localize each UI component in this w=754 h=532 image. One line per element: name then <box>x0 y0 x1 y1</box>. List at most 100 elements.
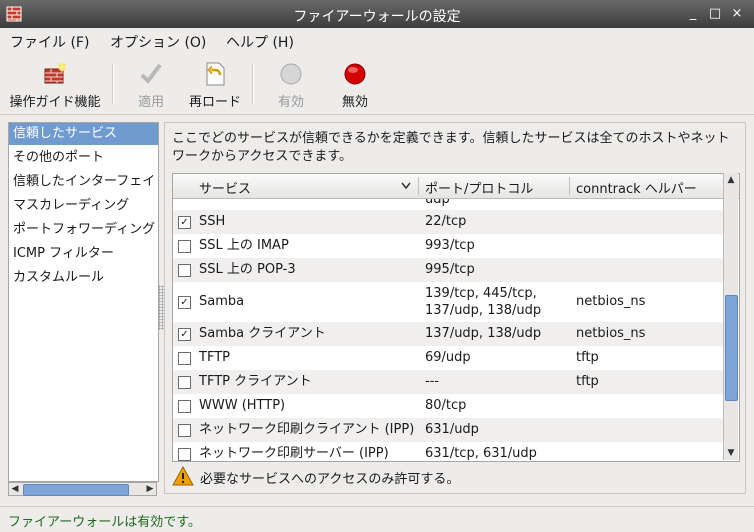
sidebar-item-icmp-filter[interactable]: ICMP フィルター <box>9 243 158 265</box>
scroll-down-icon[interactable]: ▼ <box>724 446 738 460</box>
wizard-button[interactable]: 操作ガイド機能 <box>8 58 102 110</box>
row-helper: tftp <box>576 374 599 389</box>
enable-button[interactable]: 有効 <box>266 58 316 110</box>
row-checkbox[interactable]: ✓ <box>178 296 191 309</box>
row-service: WWW (HTTP) <box>199 398 286 413</box>
sidebar-item-other-ports[interactable]: その他のポート <box>9 147 158 169</box>
toolbar-separator <box>112 64 114 104</box>
menu-options[interactable]: オプション (O) <box>110 32 206 52</box>
table-row[interactable]: SSL 上の IMAP 993/tcp <box>173 234 723 258</box>
row-service: SSL 上の IMAP <box>199 238 289 253</box>
row-ports: 631/udp <box>425 422 479 437</box>
sidebar: 信頼したサービス その他のポート 信頼したインターフェイ マスカレーディング ポ… <box>8 122 159 482</box>
menu-help[interactable]: ヘルプ (H) <box>226 32 294 52</box>
status-bar: ファイアーウォールは有効です。 <box>0 506 754 532</box>
window-title: ファイアーウォールの設定 <box>293 9 461 25</box>
apply-button[interactable]: 適用 <box>126 58 176 110</box>
row-checkbox[interactable] <box>178 400 191 413</box>
chevron-down-icon[interactable] <box>401 182 411 190</box>
table-header: サービス ポート/プロトコル conntrack ヘルパー <box>173 174 739 199</box>
row-service: ネットワーク印刷サーバー (IPP) <box>199 446 389 461</box>
row-checkbox[interactable] <box>178 424 191 437</box>
scroll-left-icon[interactable]: ◀ <box>9 483 21 495</box>
row-ports: 22/tcp <box>425 214 467 229</box>
row-service: Samba <box>199 294 245 309</box>
table-row[interactable]: WWW (HTTP) 80/tcp <box>173 394 723 418</box>
wizard-icon <box>44 62 67 84</box>
row-ports: 80/tcp <box>425 398 467 413</box>
table-row[interactable]: ネットワーク印刷クライアント (IPP) 631/udp <box>173 418 723 442</box>
scroll-right-icon[interactable]: ▶ <box>144 483 156 495</box>
reload-icon <box>206 62 225 86</box>
row-service: SSL 上の POP-3 <box>199 262 296 277</box>
table-row[interactable]: SSL 上の POP-3 995/tcp <box>173 258 723 282</box>
table-row: udp <box>173 199 723 209</box>
row-checkbox[interactable]: ✓ <box>178 328 191 341</box>
sidebar-horizontal-scrollbar[interactable]: ◀ ▶ <box>8 482 157 496</box>
toolbar-separator <box>252 64 254 104</box>
disable-button[interactable]: 無効 <box>330 58 380 110</box>
description-text: ここでどのサービスが信頼できるかを定義できます。信頼したサービスは全てのホストや… <box>172 131 730 164</box>
reload-button[interactable]: 再ロード <box>186 58 244 110</box>
column-header-conntrack[interactable]: conntrack ヘルパー <box>576 178 697 197</box>
row-service: TFTP クライアント <box>199 374 312 389</box>
row-checkbox[interactable]: ✓ <box>178 216 191 229</box>
row-service: TFTP <box>199 350 230 365</box>
warning-icon <box>172 466 194 486</box>
enable-label: 有効 <box>277 95 304 110</box>
title-bar: ファイアーウォールの設定 _ □ × <box>0 0 754 28</box>
table-row[interactable]: ✓ Samba クライアント 137/udp, 138/udp netbios_… <box>173 322 723 346</box>
table-row[interactable]: TFTP 69/udp tftp <box>173 346 723 370</box>
disable-icon <box>344 63 366 85</box>
column-header-ports[interactable]: ポート/プロトコル <box>425 178 533 197</box>
close-button[interactable]: × <box>728 5 746 23</box>
row-ports-line1: 139/tcp, 445/tcp, <box>425 286 537 301</box>
column-divider <box>569 177 570 195</box>
scrollbar-thumb[interactable] <box>725 295 738 401</box>
table-vertical-scrollbar[interactable]: ▲ ▼ <box>723 173 738 460</box>
menu-file[interactable]: ファイル (F) <box>10 32 89 52</box>
table-row[interactable]: ネットワーク印刷サーバー (IPP) 631/tcp, 631/udp <box>173 442 723 461</box>
sidebar-item-port-forwarding[interactable]: ポートフォワーディング <box>9 219 158 241</box>
sidebar-item-masquerading[interactable]: マスカレーディング <box>9 195 158 217</box>
row-helper: netbios_ns <box>576 326 646 341</box>
row-ports: 995/tcp <box>425 262 475 277</box>
table-row[interactable]: ✓ SSH 22/tcp <box>173 210 723 234</box>
services-table: サービス ポート/プロトコル conntrack ヘルパー udp ✓ SSH … <box>172 173 740 462</box>
row-checkbox[interactable] <box>178 448 191 461</box>
sidebar-item-custom-rules[interactable]: カスタムルール <box>9 267 158 289</box>
row-ports: 69/udp <box>425 350 471 365</box>
row-ports-partial: udp <box>425 199 450 207</box>
sidebar-item-trusted-services[interactable]: 信頼したサービス <box>9 123 158 145</box>
row-helper: netbios_ns <box>576 294 646 309</box>
warning-text: 必要なサービスへのアクセスのみ許可する。 <box>200 472 460 487</box>
row-helper: tftp <box>576 350 599 365</box>
table-row[interactable]: ✓ Samba 139/tcp, 445/tcp, 137/udp, 138/u… <box>173 282 723 322</box>
scroll-up-icon[interactable]: ▲ <box>724 173 738 187</box>
row-ports: 137/udp, 138/udp <box>425 326 542 341</box>
column-header-service[interactable]: サービス <box>199 178 251 197</box>
checkmark-icon <box>140 63 162 85</box>
apply-label: 適用 <box>137 95 164 110</box>
maximize-button[interactable]: □ <box>706 5 724 23</box>
row-service: Samba クライアント <box>199 326 326 341</box>
sidebar-item-trusted-interfaces[interactable]: 信頼したインターフェイ <box>9 171 158 193</box>
row-ports-line2: 137/udp, 138/udp <box>425 303 542 318</box>
enable-icon <box>280 63 302 85</box>
row-service: ネットワーク印刷クライアント (IPP) <box>199 422 415 437</box>
warning-message: 必要なサービスへのアクセスのみ許可する。 <box>172 466 732 488</box>
row-checkbox[interactable] <box>178 352 191 365</box>
row-service: SSH <box>199 214 226 229</box>
row-checkbox[interactable] <box>178 264 191 277</box>
menu-bar: ファイル (F) オプション (O) ヘルプ (H) <box>0 28 754 52</box>
minimize-button[interactable]: _ <box>684 5 702 23</box>
row-ports: 993/tcp <box>425 238 475 253</box>
toolbar: 操作ガイド機能 適用 再ロード 有効 無効 <box>0 52 754 115</box>
table-row[interactable]: TFTP クライアント --- tftp <box>173 370 723 394</box>
wizard-label: 操作ガイド機能 <box>9 95 101 110</box>
row-checkbox[interactable] <box>178 240 191 253</box>
scrollbar-thumb[interactable] <box>23 484 129 496</box>
disable-label: 無効 <box>341 95 368 110</box>
row-checkbox[interactable] <box>178 376 191 389</box>
row-ports: 631/tcp, 631/udp <box>425 446 537 461</box>
